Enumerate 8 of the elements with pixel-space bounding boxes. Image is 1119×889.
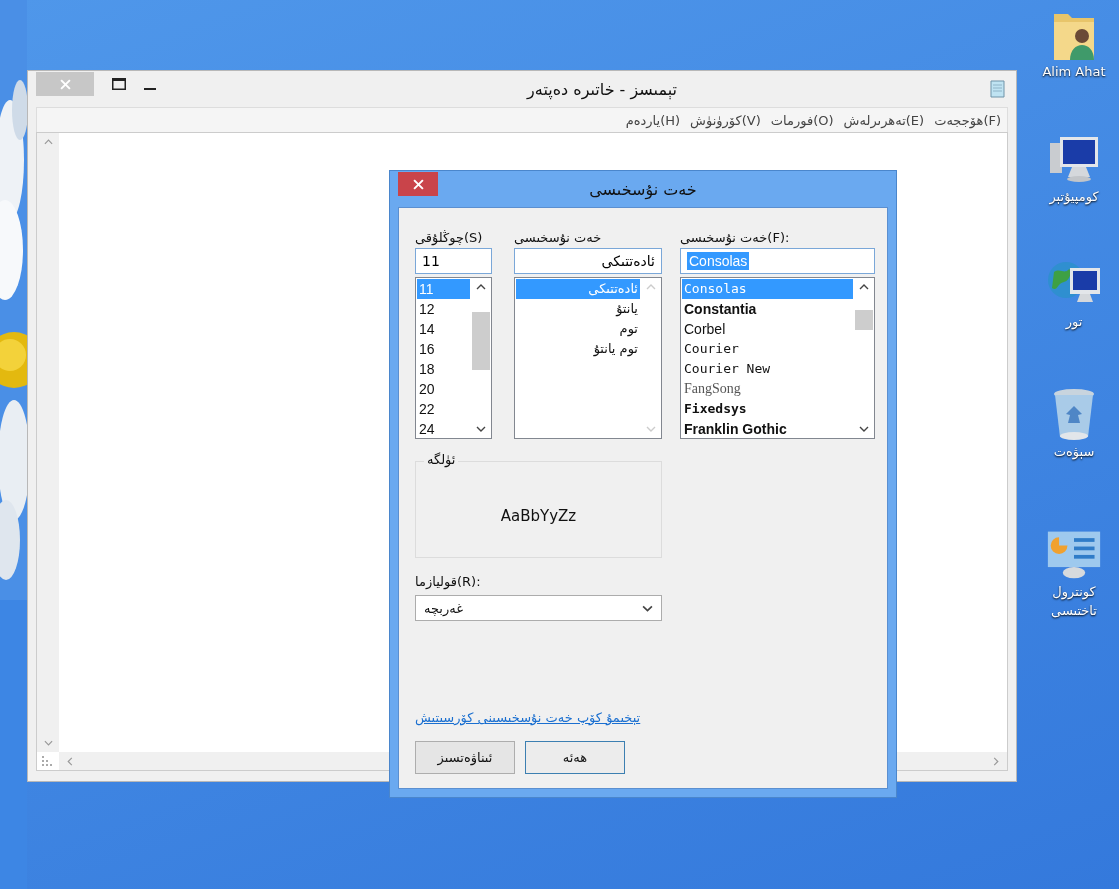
dialog-title: خەت نۇسخىسى <box>589 179 697 199</box>
script-label: قوليازما(R): <box>415 573 481 592</box>
sample-text: AaBbYyZz <box>500 506 577 525</box>
style-label: خەت نۇسخىسى <box>514 229 603 248</box>
window-title: تېمىسز - خاتىره دەپتەر <box>525 79 678 99</box>
size-label: چوڭلۇقى(S) <box>415 229 484 248</box>
sample-label: ئۈلگە <box>424 452 459 467</box>
font-label: خەت نۇسخىسى(F): <box>680 229 791 248</box>
